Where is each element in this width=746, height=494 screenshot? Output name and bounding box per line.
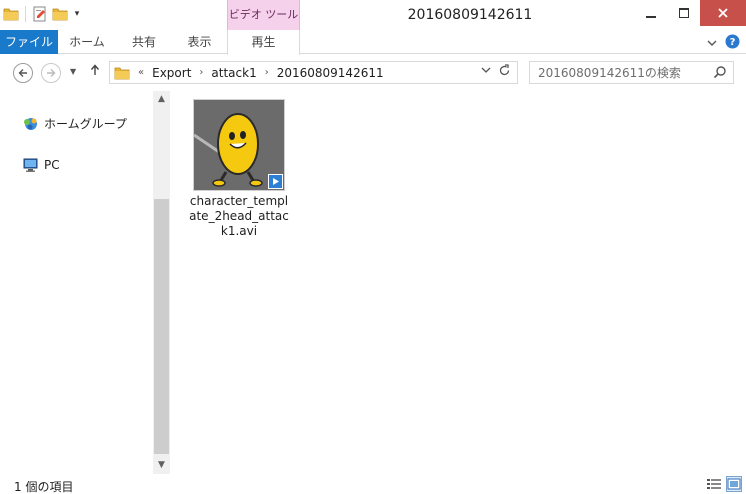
nav-item-pc[interactable]: PC xyxy=(22,157,60,173)
quick-access-toolbar: ▾ xyxy=(2,5,83,23)
breadcrumb-overflow[interactable]: « xyxy=(138,67,144,78)
recent-locations-dropdown-icon[interactable]: ▼ xyxy=(70,67,76,76)
folder-icon xyxy=(2,5,20,23)
navigation-pane: ホームグループ PC xyxy=(0,91,153,474)
details-view-icon[interactable] xyxy=(706,476,722,492)
file-name: character_template_2head_attack1.avi xyxy=(189,194,289,238)
chevron-right-icon[interactable]: › xyxy=(199,67,203,78)
nav-item-label: ホームグループ xyxy=(44,117,127,131)
scrollbar-thumb[interactable] xyxy=(154,199,169,454)
view-switcher xyxy=(706,476,742,492)
computer-icon xyxy=(22,157,40,173)
chevron-down-icon[interactable] xyxy=(481,66,491,77)
play-icon xyxy=(268,174,283,189)
homegroup-icon xyxy=(22,116,40,132)
tab-view[interactable]: 表示 xyxy=(172,30,227,54)
nav-item-label: PC xyxy=(44,158,60,172)
back-button[interactable] xyxy=(13,63,33,83)
forward-button[interactable] xyxy=(41,63,61,83)
breadcrumb-attack1[interactable]: attack1 xyxy=(211,66,256,80)
properties-icon[interactable] xyxy=(31,5,49,23)
refresh-icon[interactable] xyxy=(498,64,511,81)
window-title: 20160809142611 xyxy=(407,7,533,23)
folder-icon xyxy=(114,66,130,80)
title-bar: ▾ ビデオ ツール 20160809142611 xyxy=(0,0,746,30)
search-icon[interactable] xyxy=(713,65,727,82)
large-icons-view-icon[interactable] xyxy=(726,476,742,492)
window-controls xyxy=(634,0,746,26)
tab-share[interactable]: 共有 xyxy=(116,30,172,54)
ribbon-right-controls: ? xyxy=(707,34,740,52)
tab-play[interactable]: 再生 xyxy=(227,30,300,55)
breadcrumb-export[interactable]: Export xyxy=(152,66,191,80)
address-bar[interactable]: « Export › attack1 › 20160809142611 xyxy=(109,61,518,84)
maximize-button[interactable] xyxy=(667,0,700,26)
help-icon[interactable]: ? xyxy=(725,34,740,52)
scroll-up-icon[interactable]: ▲ xyxy=(153,91,170,108)
tab-file[interactable]: ファイル xyxy=(0,30,58,54)
scroll-down-icon[interactable]: ▼ xyxy=(153,457,170,474)
close-button[interactable] xyxy=(700,0,746,26)
address-row: ▼ « Export › attack1 › 20160809142611 xyxy=(0,55,746,91)
contextual-tab-group-label: ビデオ ツール xyxy=(227,0,300,30)
ribbon-tab-bar: ファイル ホーム 共有 表示 再生 ? xyxy=(0,30,746,55)
video-thumbnail xyxy=(193,99,285,191)
customize-toolbar-dropdown-icon[interactable]: ▾ xyxy=(71,9,83,19)
status-bar: 1 個の項目 xyxy=(0,474,746,494)
up-button[interactable] xyxy=(90,64,100,80)
svg-text:?: ? xyxy=(730,37,736,48)
breadcrumb-current[interactable]: 20160809142611 xyxy=(277,66,384,80)
tab-home[interactable]: ホーム xyxy=(58,30,116,54)
item-count: 1 個の項目 xyxy=(14,480,74,494)
file-item[interactable]: character_template_2head_attack1.avi xyxy=(188,99,290,239)
search-input[interactable] xyxy=(538,62,718,83)
new-folder-icon[interactable] xyxy=(51,5,69,23)
minimize-button[interactable] xyxy=(634,0,667,26)
separator xyxy=(25,6,26,22)
nav-item-homegroup[interactable]: ホームグループ xyxy=(22,115,127,132)
expand-ribbon-icon[interactable] xyxy=(707,36,717,50)
file-list: character_template_2head_attack1.avi xyxy=(170,91,746,474)
chevron-right-icon[interactable]: › xyxy=(265,67,269,78)
search-box[interactable] xyxy=(529,61,734,84)
navigation-scrollbar[interactable]: ▲ ▼ xyxy=(153,91,170,474)
